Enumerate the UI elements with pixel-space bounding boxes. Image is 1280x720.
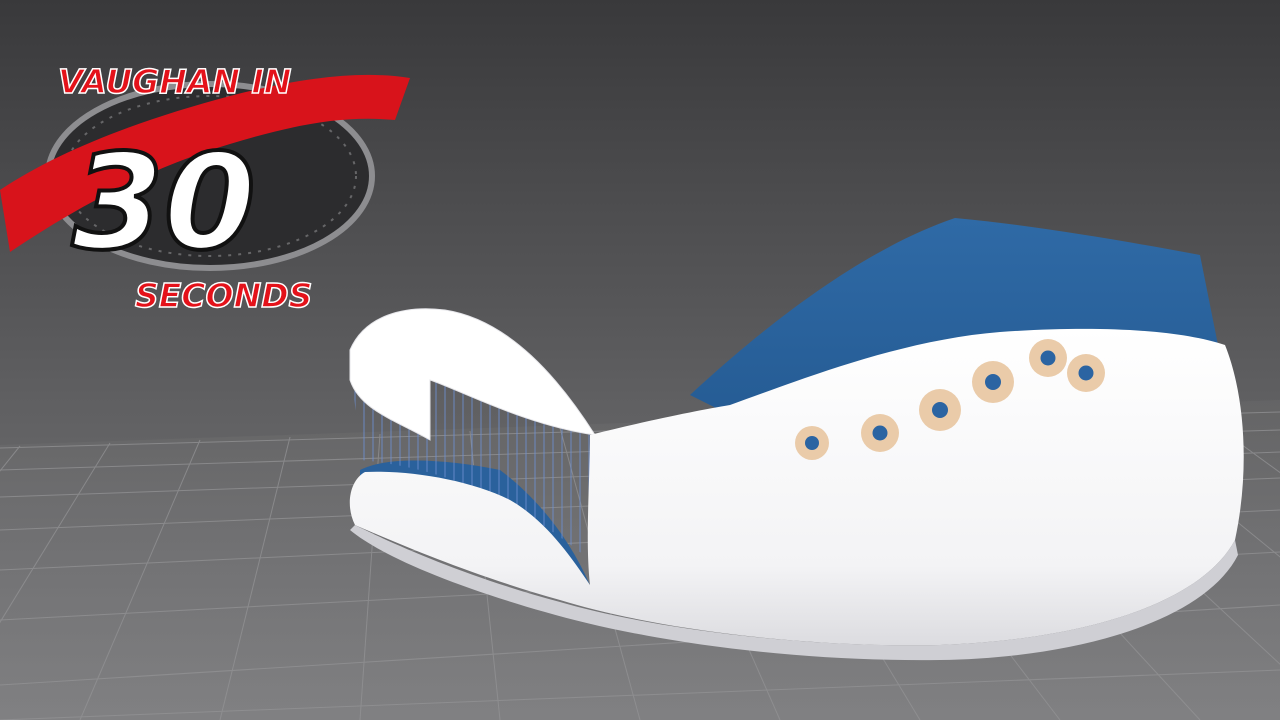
eyelet-icon <box>1029 339 1067 377</box>
logo-subtitle: SECONDS <box>135 276 312 315</box>
logo-title: VAUGHAN IN <box>58 62 291 101</box>
eyelet-icon <box>972 361 1014 403</box>
eyelet-icon <box>1067 354 1105 392</box>
channel-logo: VAUGHAN IN 30 SECONDS <box>0 61 410 316</box>
logo-number: 30 <box>72 126 256 280</box>
eyelet-icon <box>861 414 899 452</box>
eyelet-icon <box>919 389 961 431</box>
3d-viewport[interactable]: VAUGHAN IN 30 SECONDS <box>0 0 1280 720</box>
eyelet-icon <box>795 426 829 460</box>
